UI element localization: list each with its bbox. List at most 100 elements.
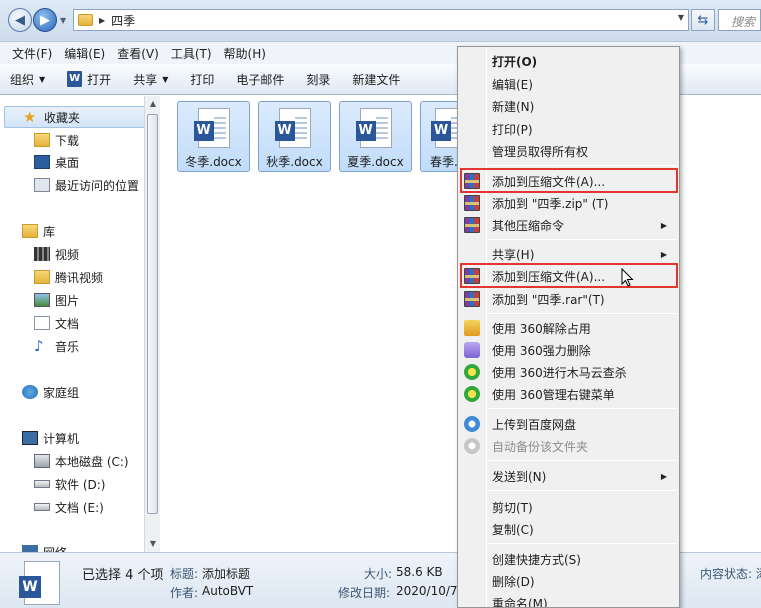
sidebar-item-label: 收藏夹 — [44, 110, 81, 125]
menu-item-other-compress[interactable]: 其他压缩命令 ▶ — [460, 214, 677, 236]
file-item-autumn[interactable]: W 秋季.docx — [258, 101, 331, 172]
chevron-right-icon[interactable]: ▶ — [99, 16, 105, 25]
sidebar-item-downloads[interactable]: 下载 — [34, 129, 79, 151]
menu-item-360-scan[interactable]: 使用 360进行木马云查杀 — [460, 361, 677, 383]
menu-item-open[interactable]: 打开(O) — [460, 50, 677, 72]
menu-item-create-shortcut[interactable]: 创建快捷方式(S) — [460, 548, 677, 570]
menu-item-360-delete[interactable]: 使用 360强力删除 — [460, 339, 677, 361]
email-button[interactable]: 电子邮件 — [236, 71, 284, 88]
menu-item-add-to-archive-rar[interactable]: 添加到压缩文件(A)... — [460, 265, 677, 287]
sidebar-item-favorites[interactable]: ★ 收藏夹 — [4, 106, 146, 128]
sidebar-item-tencent-video[interactable]: 腾讯视频 — [34, 266, 103, 288]
menu-item-add-to-archive[interactable]: 添加到压缩文件(A)... — [460, 170, 677, 192]
author-value[interactable]: AutoBVT — [202, 584, 253, 598]
scroll-up-icon[interactable]: ▲ — [145, 96, 161, 112]
navigation-pane: ★ 收藏夹 下载 桌面 最近访问的位置 库 视频 腾讯视频 图片 文档 ♪ 音乐 家… — [0, 96, 160, 552]
chevron-down-icon[interactable]: ▼ — [678, 13, 684, 22]
sidebar-item-label: 视频 — [55, 247, 80, 262]
menu-item-label: 打印(P) — [492, 122, 533, 137]
new-folder-label: 新建文件 — [352, 72, 401, 87]
submenu-arrow-icon: ▶ — [660, 471, 667, 481]
menu-item-upload-baidu[interactable]: 上传到百度网盘 — [460, 413, 677, 435]
scroll-thumb[interactable] — [147, 114, 158, 514]
menu-view[interactable]: 查看(V) — [111, 45, 165, 62]
chevron-down-icon: ▼ — [39, 74, 46, 84]
forward-button[interactable]: ▶ — [33, 8, 57, 32]
windows-drive-icon — [34, 454, 50, 468]
menu-item-label: 添加到压缩文件(A)... — [492, 174, 606, 189]
sidebar-item-recent[interactable]: 最近访问的位置 — [34, 174, 139, 196]
menu-item-label: 其他压缩命令 — [492, 218, 565, 233]
sidebar-item-homegroup[interactable]: 家庭组 — [22, 381, 79, 403]
sidebar-item-drive-d[interactable]: 软件 (D:) — [34, 473, 105, 495]
file-item-spring[interactable]: W 春季.docx — [420, 101, 457, 172]
word-icon: W — [67, 71, 83, 87]
submenu-arrow-icon: ▶ — [660, 249, 667, 259]
sidebar-item-network[interactable]: 网络 — [22, 541, 67, 552]
menu-tools[interactable]: 工具(T) — [165, 45, 218, 62]
menu-item-label: 添加到 "四季.zip" (T) — [492, 196, 609, 211]
size-value: 58.6 KB — [396, 565, 443, 579]
word-document-icon: W — [274, 108, 311, 148]
sidebar-item-music[interactable]: ♪ 音乐 — [34, 335, 79, 357]
menu-help[interactable]: 帮助(H) — [218, 45, 272, 62]
new-folder-button[interactable]: 新建文件 — [352, 71, 400, 88]
history-dropdown-icon[interactable]: ▼ — [60, 16, 66, 25]
sidebar-item-pictures[interactable]: 图片 — [34, 289, 79, 311]
context-menu: 打开(O) 编辑(E) 新建(N) 打印(P) 管理员取得所有权 添加到压缩文件… — [457, 46, 680, 608]
menu-item-360-manage[interactable]: 使用 360管理右键菜单 — [460, 383, 677, 405]
sidebar-item-label: 音乐 — [55, 339, 80, 354]
breadcrumb-segment[interactable]: 四季 — [111, 12, 135, 29]
menu-item-label: 共享(H) — [492, 247, 535, 262]
menu-item-delete[interactable]: 删除(D) — [460, 570, 677, 592]
sidebar-item-videos[interactable]: 视频 — [34, 243, 79, 265]
sidebar-item-libraries[interactable]: 库 — [22, 220, 55, 242]
sidebar-item-desktop[interactable]: 桌面 — [34, 151, 79, 173]
scroll-down-icon[interactable]: ▼ — [145, 536, 161, 552]
print-button[interactable]: 打印 — [190, 71, 214, 88]
sidebar-scrollbar[interactable]: ▲ ▼ — [144, 96, 160, 552]
sidebar-item-drive-c[interactable]: 本地磁盘 (C:) — [34, 450, 129, 472]
file-item-summer[interactable]: W 夏季.docx — [339, 101, 412, 172]
back-button[interactable]: ◀ — [8, 8, 32, 32]
menu-item-rename[interactable]: 重命名(M) — [460, 592, 677, 608]
sidebar-item-documents[interactable]: 文档 — [34, 312, 79, 334]
menu-item-label: 创建快捷方式(S) — [492, 552, 581, 567]
open-button[interactable]: W 打开 — [67, 71, 111, 88]
address-bar-area: ◀ ▶ ▼ ▶ 四季 ▼ ⇆ 搜索 — [0, 0, 761, 42]
menu-item-send-to[interactable]: 发送到(N) ▶ — [460, 465, 677, 487]
menu-item-copy[interactable]: 复制(C) — [460, 518, 677, 540]
size-label: 大小: — [364, 567, 393, 581]
file-item-winter[interactable]: W 冬季.docx — [177, 101, 250, 172]
menu-item-add-to-zip[interactable]: 添加到 "四季.zip" (T) — [460, 192, 677, 214]
menu-item-360-unlock[interactable]: 使用 360解除占用 — [460, 317, 677, 339]
menu-file[interactable]: 文件(F) — [6, 45, 58, 62]
share-button[interactable]: 共享 ▼ — [133, 71, 168, 88]
homegroup-icon — [22, 385, 38, 399]
sidebar-item-label: 腾讯视频 — [55, 270, 104, 285]
menu-item-share[interactable]: 共享(H) ▶ — [460, 243, 677, 265]
address-path-box[interactable]: ▶ 四季 ▼ — [73, 9, 689, 31]
search-input[interactable]: 搜索 — [718, 9, 761, 31]
sidebar-item-computer[interactable]: 计算机 — [22, 427, 79, 449]
content-status: 内容状态: 添 — [700, 567, 761, 581]
sidebar-item-label: 本地磁盘 (C:) — [55, 454, 129, 469]
menu-item-cut[interactable]: 剪切(T) — [460, 496, 677, 518]
menu-item-edit[interactable]: 编辑(E) — [460, 73, 677, 95]
menu-item-print[interactable]: 打印(P) — [460, 118, 677, 140]
menu-item-add-to-rar[interactable]: 添加到 "四季.rar"(T) — [460, 288, 677, 310]
folder-icon — [78, 14, 93, 26]
refresh-button[interactable]: ⇆ — [691, 9, 715, 31]
chevron-down-icon: ▼ — [162, 74, 169, 84]
menu-item-label: 打开(O) — [492, 54, 538, 69]
shredder-360-icon — [464, 342, 480, 358]
burn-button[interactable]: 刻录 — [306, 71, 330, 88]
menu-item-take-ownership[interactable]: 管理员取得所有权 — [460, 140, 677, 162]
sidebar-item-drive-e[interactable]: 文档 (E:) — [34, 496, 104, 518]
title-value[interactable]: 添加标题 — [202, 565, 250, 582]
star-icon: ★ — [23, 108, 37, 126]
sidebar-item-label: 库 — [43, 224, 56, 239]
organize-button[interactable]: 组织 ▼ — [10, 71, 45, 88]
menu-edit[interactable]: 编辑(E) — [58, 45, 111, 62]
menu-item-new[interactable]: 新建(N) — [460, 95, 677, 117]
